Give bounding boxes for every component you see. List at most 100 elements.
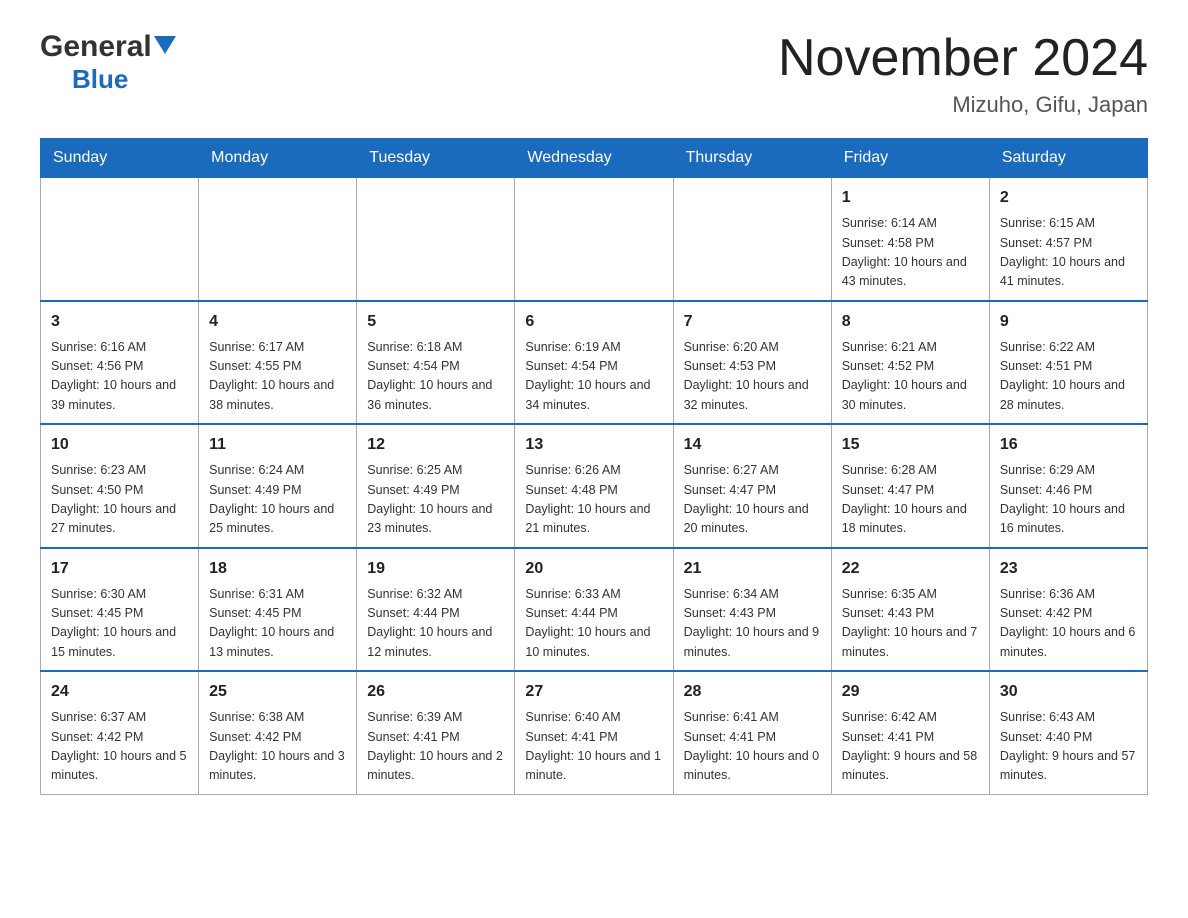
- calendar-cell-w4-d7: 23 Sunrise: 6:36 AM Sunset: 4:42 PM Dayli…: [989, 548, 1147, 672]
- day-info: Sunrise: 6:22 AM Sunset: 4:51 PM Dayligh…: [1000, 338, 1137, 416]
- calendar-cell-w4-d6: 22 Sunrise: 6:35 AM Sunset: 4:43 PM Dayli…: [831, 548, 989, 672]
- day-info: Sunrise: 6:21 AM Sunset: 4:52 PM Dayligh…: [842, 338, 979, 416]
- day-number: 3: [51, 310, 188, 334]
- calendar-cell-w1-d4: [515, 178, 673, 301]
- week-row-3: 10 Sunrise: 6:23 AM Sunset: 4:50 PM Dayli…: [41, 424, 1148, 548]
- header-friday: Friday: [831, 139, 989, 178]
- calendar-cell-w3-d1: 10 Sunrise: 6:23 AM Sunset: 4:50 PM Dayli…: [41, 424, 199, 548]
- day-number: 27: [525, 680, 662, 704]
- header-tuesday: Tuesday: [357, 139, 515, 178]
- day-info: Sunrise: 6:35 AM Sunset: 4:43 PM Dayligh…: [842, 585, 979, 663]
- calendar-cell-w5-d7: 30 Sunrise: 6:43 AM Sunset: 4:40 PM Dayli…: [989, 671, 1147, 794]
- day-info: Sunrise: 6:32 AM Sunset: 4:44 PM Dayligh…: [367, 585, 504, 663]
- day-number: 4: [209, 310, 346, 334]
- calendar-cell-w5-d2: 25 Sunrise: 6:38 AM Sunset: 4:42 PM Dayli…: [199, 671, 357, 794]
- day-number: 14: [684, 433, 821, 457]
- day-number: 9: [1000, 310, 1137, 334]
- calendar-cell-w2-d5: 7Sunrise: 6:20 AM Sunset: 4:53 PM Daylig…: [673, 301, 831, 425]
- day-info: Sunrise: 6:14 AM Sunset: 4:58 PM Dayligh…: [842, 214, 979, 292]
- day-info: Sunrise: 6:34 AM Sunset: 4:43 PM Dayligh…: [684, 585, 821, 663]
- day-info: Sunrise: 6:28 AM Sunset: 4:47 PM Dayligh…: [842, 461, 979, 539]
- day-info: Sunrise: 6:23 AM Sunset: 4:50 PM Dayligh…: [51, 461, 188, 539]
- calendar-cell-w4-d3: 19 Sunrise: 6:32 AM Sunset: 4:44 PM Dayli…: [357, 548, 515, 672]
- logo: General Blue: [40, 30, 176, 95]
- day-info: Sunrise: 6:18 AM Sunset: 4:54 PM Dayligh…: [367, 338, 504, 416]
- logo-blue-text: Blue: [72, 64, 128, 94]
- day-number: 5: [367, 310, 504, 334]
- day-info: Sunrise: 6:26 AM Sunset: 4:48 PM Dayligh…: [525, 461, 662, 539]
- calendar-cell-w3-d5: 14Sunrise: 6:27 AM Sunset: 4:47 PM Dayli…: [673, 424, 831, 548]
- day-number: 19: [367, 557, 504, 581]
- day-info: Sunrise: 6:29 AM Sunset: 4:46 PM Dayligh…: [1000, 461, 1137, 539]
- day-number: 16: [1000, 433, 1137, 457]
- day-info: Sunrise: 6:33 AM Sunset: 4:44 PM Dayligh…: [525, 585, 662, 663]
- day-number: 1: [842, 186, 979, 210]
- day-number: 26: [367, 680, 504, 704]
- day-number: 23: [1000, 557, 1137, 581]
- calendar-cell-w5-d3: 26 Sunrise: 6:39 AM Sunset: 4:41 PM Dayli…: [357, 671, 515, 794]
- day-info: Sunrise: 6:42 AM Sunset: 4:41 PM Dayligh…: [842, 708, 979, 786]
- header-wednesday: Wednesday: [515, 139, 673, 178]
- calendar-cell-w2-d3: 5 Sunrise: 6:18 AM Sunset: 4:54 PM Daylig…: [357, 301, 515, 425]
- calendar-cell-w1-d7: 2Sunrise: 6:15 AM Sunset: 4:57 PM Daylig…: [989, 178, 1147, 301]
- calendar-cell-w5-d4: 27 Sunrise: 6:40 AM Sunset: 4:41 PM Dayli…: [515, 671, 673, 794]
- header-saturday: Saturday: [989, 139, 1147, 178]
- day-number: 6: [525, 310, 662, 334]
- day-number: 30: [1000, 680, 1137, 704]
- logo-general-text: General: [40, 30, 152, 64]
- calendar-cell-w1-d2: [199, 178, 357, 301]
- weekday-header-row: Sunday Monday Tuesday Wednesday Thursday…: [41, 139, 1148, 178]
- header-sunday: Sunday: [41, 139, 199, 178]
- calendar-cell-w2-d6: 8Sunrise: 6:21 AM Sunset: 4:52 PM Daylig…: [831, 301, 989, 425]
- day-info: Sunrise: 6:17 AM Sunset: 4:55 PM Dayligh…: [209, 338, 346, 416]
- calendar-cell-w3-d2: 11Sunrise: 6:24 AM Sunset: 4:49 PM Dayli…: [199, 424, 357, 548]
- calendar-table: Sunday Monday Tuesday Wednesday Thursday…: [40, 138, 1148, 795]
- calendar-cell-w4-d1: 17Sunrise: 6:30 AM Sunset: 4:45 PM Dayli…: [41, 548, 199, 672]
- calendar-cell-w1-d5: [673, 178, 831, 301]
- calendar-cell-w2-d2: 4 Sunrise: 6:17 AM Sunset: 4:55 PM Daylig…: [199, 301, 357, 425]
- calendar-cell-w5-d6: 29Sunrise: 6:42 AM Sunset: 4:41 PM Dayli…: [831, 671, 989, 794]
- day-number: 22: [842, 557, 979, 581]
- day-info: Sunrise: 6:41 AM Sunset: 4:41 PM Dayligh…: [684, 708, 821, 786]
- day-number: 10: [51, 433, 188, 457]
- day-info: Sunrise: 6:40 AM Sunset: 4:41 PM Dayligh…: [525, 708, 662, 786]
- calendar-cell-w2-d7: 9 Sunrise: 6:22 AM Sunset: 4:51 PM Daylig…: [989, 301, 1147, 425]
- title-section: November 2024 Mizuho, Gifu, Japan: [778, 30, 1148, 118]
- day-number: 12: [367, 433, 504, 457]
- calendar-cell-w4-d4: 20 Sunrise: 6:33 AM Sunset: 4:44 PM Dayli…: [515, 548, 673, 672]
- day-number: 20: [525, 557, 662, 581]
- day-info: Sunrise: 6:15 AM Sunset: 4:57 PM Dayligh…: [1000, 214, 1137, 292]
- day-number: 17: [51, 557, 188, 581]
- page-header: General Blue November 2024 Mizuho, Gifu,…: [40, 30, 1148, 118]
- day-number: 28: [684, 680, 821, 704]
- day-number: 11: [209, 433, 346, 457]
- calendar-cell-w3-d7: 16 Sunrise: 6:29 AM Sunset: 4:46 PM Dayli…: [989, 424, 1147, 548]
- calendar-cell-w4-d2: 18Sunrise: 6:31 AM Sunset: 4:45 PM Dayli…: [199, 548, 357, 672]
- calendar-cell-w1-d1: [41, 178, 199, 301]
- day-info: Sunrise: 6:43 AM Sunset: 4:40 PM Dayligh…: [1000, 708, 1137, 786]
- calendar-cell-w3-d6: 15 Sunrise: 6:28 AM Sunset: 4:47 PM Dayli…: [831, 424, 989, 548]
- day-number: 25: [209, 680, 346, 704]
- month-year-title: November 2024: [778, 30, 1148, 87]
- day-number: 7: [684, 310, 821, 334]
- day-number: 18: [209, 557, 346, 581]
- calendar-cell-w5-d5: 28 Sunrise: 6:41 AM Sunset: 4:41 PM Dayli…: [673, 671, 831, 794]
- calendar-cell-w2-d4: 6Sunrise: 6:19 AM Sunset: 4:54 PM Daylig…: [515, 301, 673, 425]
- calendar-cell-w5-d1: 24Sunrise: 6:37 AM Sunset: 4:42 PM Dayli…: [41, 671, 199, 794]
- day-number: 24: [51, 680, 188, 704]
- week-row-1: 1 Sunrise: 6:14 AM Sunset: 4:58 PM Daylig…: [41, 178, 1148, 301]
- header-thursday: Thursday: [673, 139, 831, 178]
- day-info: Sunrise: 6:16 AM Sunset: 4:56 PM Dayligh…: [51, 338, 188, 416]
- calendar-cell-w1-d3: [357, 178, 515, 301]
- day-info: Sunrise: 6:36 AM Sunset: 4:42 PM Dayligh…: [1000, 585, 1137, 663]
- logo-triangle-icon: [154, 36, 176, 58]
- week-row-5: 24Sunrise: 6:37 AM Sunset: 4:42 PM Dayli…: [41, 671, 1148, 794]
- calendar-cell-w4-d5: 21Sunrise: 6:34 AM Sunset: 4:43 PM Dayli…: [673, 548, 831, 672]
- day-number: 13: [525, 433, 662, 457]
- day-info: Sunrise: 6:25 AM Sunset: 4:49 PM Dayligh…: [367, 461, 504, 539]
- header-monday: Monday: [199, 139, 357, 178]
- day-info: Sunrise: 6:39 AM Sunset: 4:41 PM Dayligh…: [367, 708, 504, 786]
- day-info: Sunrise: 6:38 AM Sunset: 4:42 PM Dayligh…: [209, 708, 346, 786]
- week-row-4: 17Sunrise: 6:30 AM Sunset: 4:45 PM Dayli…: [41, 548, 1148, 672]
- day-number: 15: [842, 433, 979, 457]
